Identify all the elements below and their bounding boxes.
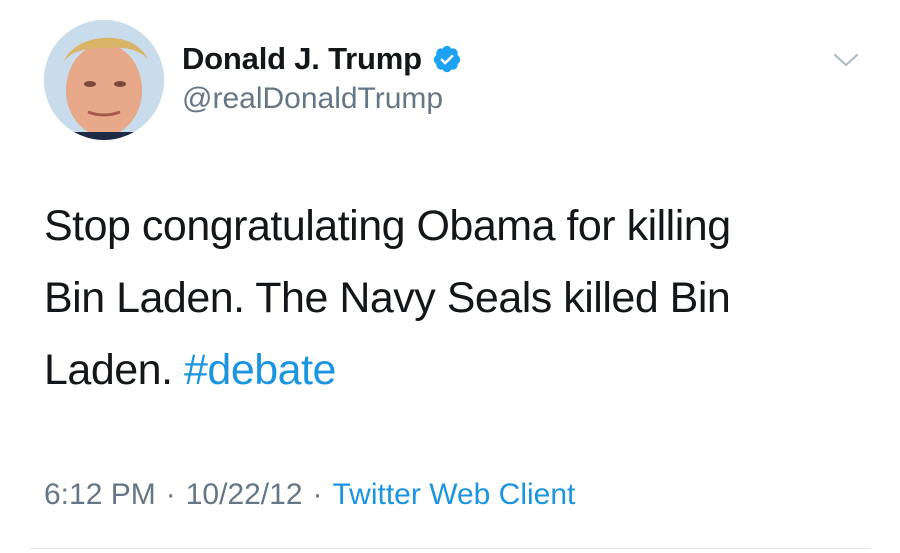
- tweet-time[interactable]: 6:12 PM: [44, 478, 156, 512]
- separator-dot: ·: [165, 478, 176, 511]
- avatar-image: [44, 20, 164, 140]
- separator-dot: ·: [312, 478, 323, 511]
- verified-badge-icon: [432, 44, 462, 74]
- avatar[interactable]: [44, 20, 164, 140]
- tweet-text-line: Bin Laden. The Navy Seals killed Bin: [44, 274, 731, 322]
- tweet-text: Stop congratulating Obama for killing Bi…: [44, 190, 864, 406]
- author-name-row[interactable]: Donald J. Trump: [182, 40, 462, 78]
- hashtag-link[interactable]: #debate: [184, 346, 336, 394]
- tweet-metadata: 6:12 PM · 10/22/12 · Twitter Web Client: [44, 478, 575, 512]
- chevron-down-icon[interactable]: [832, 50, 860, 70]
- tweet-date[interactable]: 10/22/12: [186, 478, 303, 512]
- tweet-text-segment: Laden.: [44, 346, 173, 394]
- divider: [30, 548, 870, 549]
- tweet-text-line: Laden. #debate: [44, 334, 864, 406]
- client-link[interactable]: Twitter Web Client: [333, 478, 576, 512]
- display-name[interactable]: Donald J. Trump: [182, 41, 422, 77]
- author-handle[interactable]: @realDonaldTrump: [182, 82, 443, 116]
- tweet-text-line: Stop congratulating Obama for killing: [44, 202, 731, 250]
- tweet-card: Donald J. Trump @realDonaldTrump Stop co…: [0, 0, 900, 553]
